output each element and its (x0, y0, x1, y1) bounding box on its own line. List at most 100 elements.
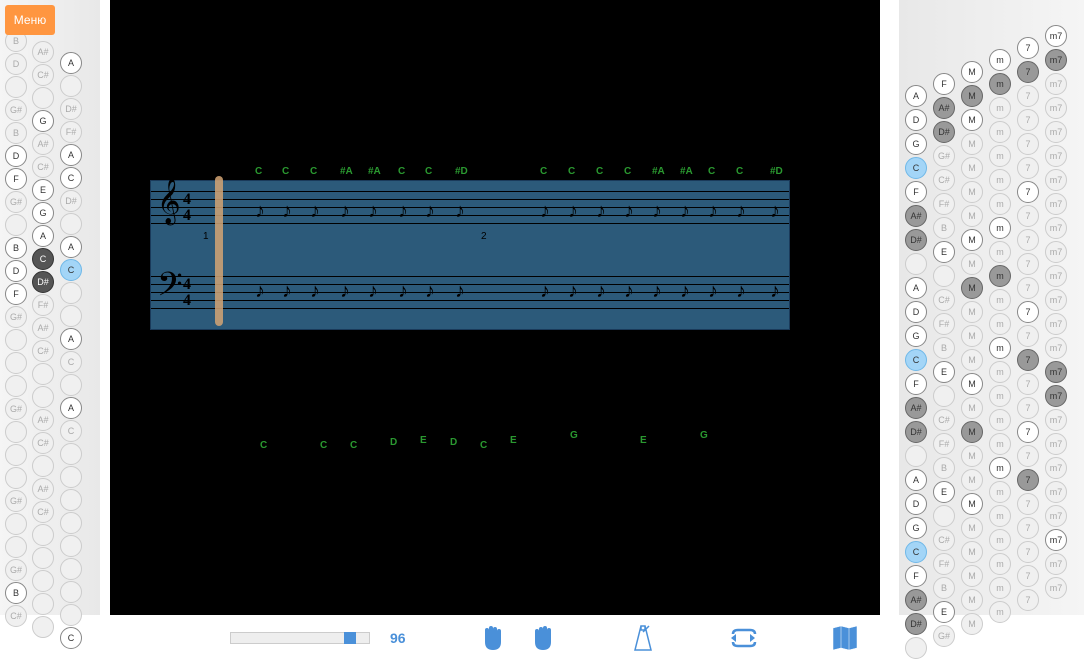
left-note-button[interactable] (60, 581, 82, 603)
map-icon[interactable] (830, 623, 860, 653)
left-note-button[interactable]: D# (60, 190, 82, 212)
left-note-button[interactable]: G# (5, 191, 27, 213)
left-note-button[interactable]: G# (5, 490, 27, 512)
left-note-button[interactable]: A# (32, 41, 54, 63)
right-chord-button[interactable]: 7 (1017, 517, 1039, 539)
right-chord-button[interactable]: m7 (1045, 553, 1067, 575)
left-note-button[interactable]: C# (32, 501, 54, 523)
left-note-button[interactable] (60, 374, 82, 396)
right-chord-button[interactable]: 7 (1017, 37, 1039, 59)
playhead[interactable] (215, 176, 223, 326)
right-chord-button[interactable]: m (989, 457, 1011, 479)
right-chord-button[interactable]: m (989, 73, 1011, 95)
right-chord-button[interactable]: M (961, 253, 983, 275)
tempo-slider-thumb[interactable] (344, 632, 356, 644)
right-chord-button[interactable]: A# (905, 397, 927, 419)
right-chord-button[interactable]: F (905, 373, 927, 395)
menu-button[interactable]: Меню (5, 5, 55, 35)
right-chord-button[interactable]: m7 (1045, 49, 1067, 71)
right-chord-button[interactable]: F (933, 73, 955, 95)
left-note-button[interactable] (32, 87, 54, 109)
left-note-button[interactable]: F# (32, 294, 54, 316)
right-chord-button[interactable]: m (989, 505, 1011, 527)
right-chord-button[interactable]: m (989, 145, 1011, 167)
loop-icon[interactable] (728, 623, 758, 653)
right-chord-button[interactable]: m (989, 313, 1011, 335)
right-chord-button[interactable]: 7 (1017, 445, 1039, 467)
right-chord-button[interactable]: C (905, 349, 927, 371)
right-chord-button[interactable]: G (905, 325, 927, 347)
right-chord-button[interactable]: D (905, 109, 927, 131)
right-chord-button[interactable]: F# (933, 313, 955, 335)
left-note-button[interactable]: C (60, 167, 82, 189)
right-chord-button[interactable]: m7 (1045, 145, 1067, 167)
right-chord-button[interactable]: 7 (1017, 253, 1039, 275)
right-chord-button[interactable]: A (905, 85, 927, 107)
right-chord-button[interactable]: 7 (1017, 157, 1039, 179)
right-chord-button[interactable]: m7 (1045, 217, 1067, 239)
right-chord-button[interactable]: 7 (1017, 109, 1039, 131)
left-note-button[interactable]: C# (32, 432, 54, 454)
left-note-button[interactable] (32, 455, 54, 477)
right-chord-button[interactable]: C (905, 157, 927, 179)
right-chord-button[interactable]: M (961, 205, 983, 227)
right-chord-button[interactable]: 7 (1017, 421, 1039, 443)
left-note-button[interactable] (60, 305, 82, 327)
right-chord-button[interactable]: G (905, 133, 927, 155)
left-note-button[interactable] (5, 329, 27, 351)
right-chord-button[interactable]: F (905, 565, 927, 587)
right-chord-button[interactable]: 7 (1017, 541, 1039, 563)
left-note-button[interactable] (5, 513, 27, 535)
right-chord-button[interactable]: E (933, 361, 955, 383)
left-note-button[interactable]: B (5, 582, 27, 604)
right-chord-button[interactable]: 7 (1017, 397, 1039, 419)
left-note-button[interactable] (5, 467, 27, 489)
right-chord-button[interactable]: m (989, 97, 1011, 119)
left-note-button[interactable]: A# (32, 133, 54, 155)
left-note-button[interactable]: G# (5, 398, 27, 420)
right-chord-button[interactable]: M (961, 469, 983, 491)
left-note-button[interactable]: D# (60, 98, 82, 120)
right-chord-button[interactable]: m (989, 361, 1011, 383)
left-note-button[interactable] (60, 213, 82, 235)
left-note-button[interactable]: E (32, 179, 54, 201)
left-note-button[interactable] (60, 489, 82, 511)
right-chord-button[interactable]: C# (933, 169, 955, 191)
right-chord-button[interactable]: M (961, 517, 983, 539)
right-chord-button[interactable]: m (989, 289, 1011, 311)
right-chord-button[interactable]: m (989, 433, 1011, 455)
left-note-button[interactable] (60, 535, 82, 557)
right-chord-button[interactable]: m (989, 385, 1011, 407)
right-chord-button[interactable]: 7 (1017, 181, 1039, 203)
right-chord-button[interactable]: m (989, 577, 1011, 599)
right-chord-button[interactable]: 7 (1017, 325, 1039, 347)
right-chord-button[interactable]: G# (933, 145, 955, 167)
right-chord-button[interactable]: D# (905, 229, 927, 251)
right-chord-button[interactable]: m (989, 241, 1011, 263)
left-note-button[interactable] (5, 76, 27, 98)
right-chord-button[interactable]: 7 (1017, 469, 1039, 491)
left-note-button[interactable]: A (60, 52, 82, 74)
right-chord-button[interactable]: m7 (1045, 265, 1067, 287)
left-note-button[interactable]: A# (32, 409, 54, 431)
left-note-button[interactable]: B (5, 237, 27, 259)
right-hand-icon[interactable] (528, 623, 558, 653)
right-chord-button[interactable]: D (905, 301, 927, 323)
left-note-button[interactable]: G (32, 202, 54, 224)
right-chord-button[interactable]: m7 (1045, 241, 1067, 263)
right-chord-button[interactable]: M (961, 157, 983, 179)
right-chord-button[interactable]: 7 (1017, 373, 1039, 395)
right-chord-button[interactable]: M (961, 229, 983, 251)
left-note-button[interactable] (60, 443, 82, 465)
right-chord-button[interactable]: A# (905, 589, 927, 611)
right-chord-button[interactable]: G# (933, 625, 955, 647)
right-chord-button[interactable]: m (989, 481, 1011, 503)
left-note-button[interactable] (5, 444, 27, 466)
right-chord-button[interactable] (933, 385, 955, 407)
right-chord-button[interactable]: 7 (1017, 589, 1039, 611)
right-chord-button[interactable]: 7 (1017, 133, 1039, 155)
right-chord-button[interactable]: M (961, 397, 983, 419)
right-chord-button[interactable]: 7 (1017, 85, 1039, 107)
left-note-button[interactable]: G# (5, 306, 27, 328)
left-note-button[interactable]: A (60, 236, 82, 258)
